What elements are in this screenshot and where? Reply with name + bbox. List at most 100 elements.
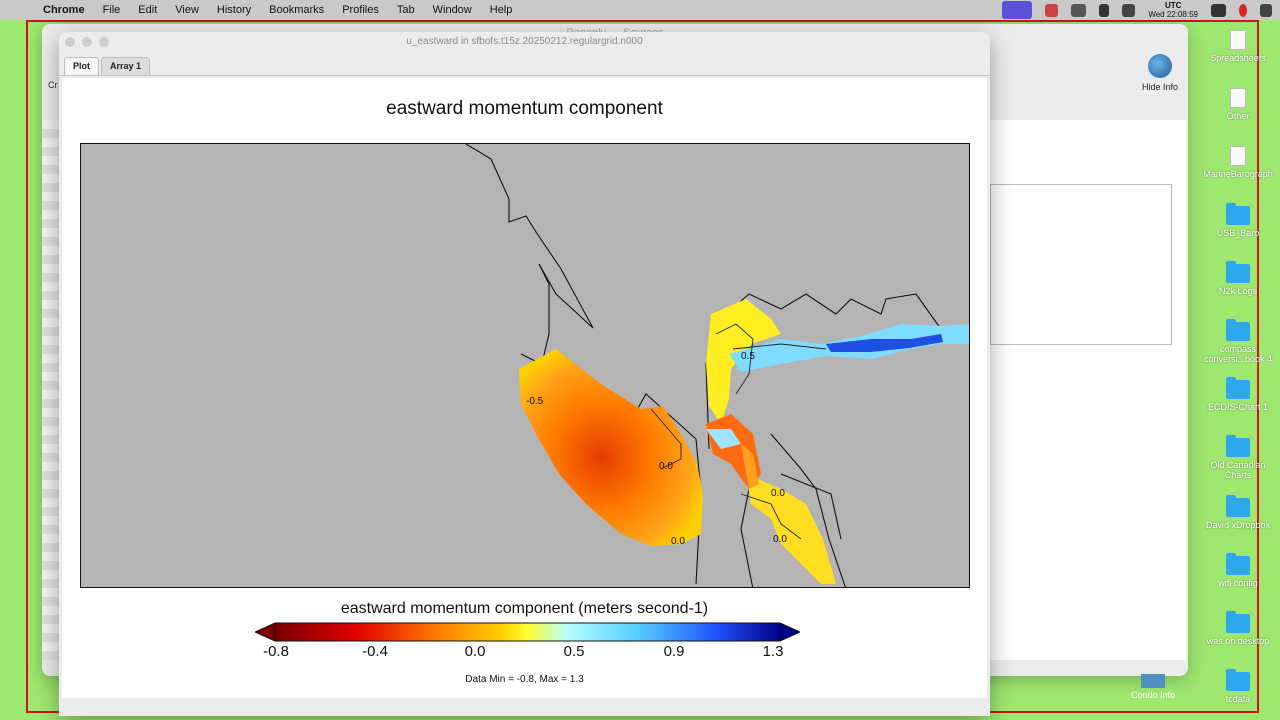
menu-window[interactable]: Window (424, 4, 481, 16)
colorbar-tick: -0.4 (362, 643, 388, 660)
folder-icon (1226, 377, 1250, 399)
plot-window-title: u_eastward in sfbofs.t15z.20250212.regul… (406, 36, 643, 47)
info-box (990, 184, 1172, 345)
tab-array-1[interactable]: Array 1 (101, 57, 151, 75)
desktop-icon-label: wifi config (1218, 578, 1258, 588)
desktop-icon-condo-info[interactable]: Condo Info (1118, 674, 1188, 700)
control-center-icon[interactable] (1260, 3, 1272, 17)
tab-divider (59, 75, 990, 76)
desktop-icon-ecdis-chart[interactable]: ECDIS-Chart 1 (1196, 377, 1280, 412)
hide-info-label: Hide Info (1141, 82, 1179, 92)
desktop-icon-label: David xDropbox (1205, 520, 1271, 530)
clock-timezone: UTC (1164, 1, 1182, 10)
map-svg: 0.5 0.0 0.0 0.0 0.0 -0.5 (465, 144, 969, 587)
plot-window[interactable]: u_eastward in sfbofs.t15z.20250212.regul… (59, 32, 990, 716)
colorbar-title: eastward momentum component (meters seco… (340, 600, 709, 617)
colorbar-min-arrow (255, 622, 276, 642)
file-icon (1141, 674, 1165, 688)
plot-tabs: Plot Array 1 (64, 57, 151, 75)
menu-view[interactable]: View (166, 4, 208, 16)
desktop-icon-label: N2k Logs (1218, 286, 1258, 296)
record-icon[interactable] (1239, 3, 1247, 17)
map-plot[interactable]: 0.5 0.0 0.0 0.0 0.0 -0.5 (80, 143, 970, 588)
desktop-icon-marinebarograph[interactable]: MarineBarograph (1196, 146, 1280, 179)
folder-icon (1226, 203, 1250, 225)
desktop-icon-label: Old Canadian Charts (1210, 460, 1266, 480)
document-icon (1230, 88, 1246, 108)
menu-app-chrome[interactable]: Chrome (34, 4, 94, 16)
desktop-icon-label: tcdata (1225, 694, 1251, 704)
tab-plot[interactable]: Plot (64, 57, 99, 75)
desktop-icon-old-canadian-charts[interactable]: Old Canadian Charts (1196, 435, 1280, 480)
desktop-icon-label: compass conversi...book 4 (1203, 344, 1273, 364)
folder-icon (1226, 611, 1250, 633)
colorbar-tick: -0.8 (263, 643, 289, 660)
contour-label: 0.0 (659, 461, 673, 472)
colorbar-max-arrow (779, 622, 800, 642)
folder-icon (1226, 261, 1250, 283)
colorbar-tick: 0.9 (663, 643, 685, 660)
contour-label: -0.5 (526, 396, 544, 407)
desktop-icon-wifi-config[interactable]: wifi config (1196, 553, 1280, 588)
desktop-icon-tcdata[interactable]: tcdata (1196, 669, 1280, 704)
background-list-strip (42, 120, 60, 660)
desktop-icon-other[interactable]: Other (1196, 88, 1280, 121)
menu-edit[interactable]: Edit (129, 4, 166, 16)
folder-icon (1226, 495, 1250, 517)
desktop-icon-label: Spreadsheets (1210, 53, 1266, 63)
plot-window-titlebar[interactable]: u_eastward in sfbofs.t15z.20250212.regul… (59, 32, 990, 54)
folder-icon (1226, 319, 1250, 341)
desktop-icon-usb-baro[interactable]: USB_Baro (1196, 203, 1280, 238)
folder-icon (1226, 553, 1250, 575)
menu-history[interactable]: History (208, 4, 260, 16)
contour-label: 0.0 (771, 488, 785, 499)
ocean-field (519, 349, 703, 546)
status-tray: UTC Wed 22:08:59 (1002, 0, 1272, 20)
menu-bar: Chrome File Edit View History Bookmarks … (0, 0, 1280, 20)
menu-bookmarks[interactable]: Bookmarks (260, 4, 333, 16)
data-range-label: Data Min = -0.8, Max = 1.3 (465, 674, 584, 685)
lock-icon[interactable] (1099, 3, 1110, 17)
menu-file[interactable]: File (94, 4, 130, 16)
window-controls (65, 37, 109, 47)
desktop-icon-label: Condo Info (1130, 690, 1176, 700)
clock-time: Wed 22:08:59 (1148, 10, 1198, 19)
wifi-icon[interactable] (1071, 3, 1087, 17)
desktop-icon-compass-conversion[interactable]: compass conversi...book 4 (1196, 319, 1280, 364)
desktop-icon-label: MarineBarograph (1203, 169, 1273, 179)
desktop-icon-label: Other (1226, 111, 1250, 121)
folder-icon (1226, 669, 1250, 691)
menu-clock[interactable]: UTC Wed 22:08:59 (1148, 1, 1198, 19)
contour-label: 0.0 (773, 534, 787, 545)
desktop-icon-david-xdropbox[interactable]: David xDropbox (1196, 495, 1280, 530)
folder-icon (1226, 435, 1250, 457)
plot-pane: eastward momentum component 0.5 0.0 0.0 … (62, 78, 987, 698)
desktop-icon-label: ECDIS-Chart 1 (1207, 402, 1269, 412)
document-icon (1230, 146, 1246, 166)
document-icon (1230, 30, 1246, 50)
menu-profiles[interactable]: Profiles (333, 4, 388, 16)
menu-help[interactable]: Help (481, 4, 522, 16)
colorbar-gradient (274, 622, 781, 642)
screen-share-icon[interactable] (1002, 1, 1033, 19)
menu-tab[interactable]: Tab (388, 4, 424, 16)
desktop-icon-spreadsheets[interactable]: Spreadsheets (1196, 30, 1280, 63)
zoom-window-button[interactable] (99, 37, 109, 47)
desktop-icon-was-on-desktop[interactable]: was on desktop (1196, 611, 1280, 646)
colorbar-tick: 1.3 (762, 643, 784, 660)
contour-label: 0.5 (741, 351, 755, 362)
camera-icon[interactable] (1211, 3, 1226, 17)
plot-title: eastward momentum component (386, 98, 663, 119)
display-icon[interactable] (1122, 3, 1136, 17)
desktop-icon-n2k-logs[interactable]: N2k Logs (1196, 261, 1280, 296)
minimize-window-button[interactable] (82, 37, 92, 47)
hide-info-button[interactable]: Hide Info (1132, 54, 1188, 92)
desktop-icon-label: was on desktop (1206, 636, 1270, 646)
dropbox-icon[interactable] (1045, 3, 1059, 17)
colorbar-tick: 0.0 (464, 643, 486, 660)
close-window-button[interactable] (65, 37, 75, 47)
background-tab-stub: Cr (48, 80, 58, 90)
desktop-icon-label: USB_Baro (1216, 228, 1260, 238)
hide-info-icon (1148, 54, 1172, 78)
contour-label: 0.0 (671, 536, 685, 547)
